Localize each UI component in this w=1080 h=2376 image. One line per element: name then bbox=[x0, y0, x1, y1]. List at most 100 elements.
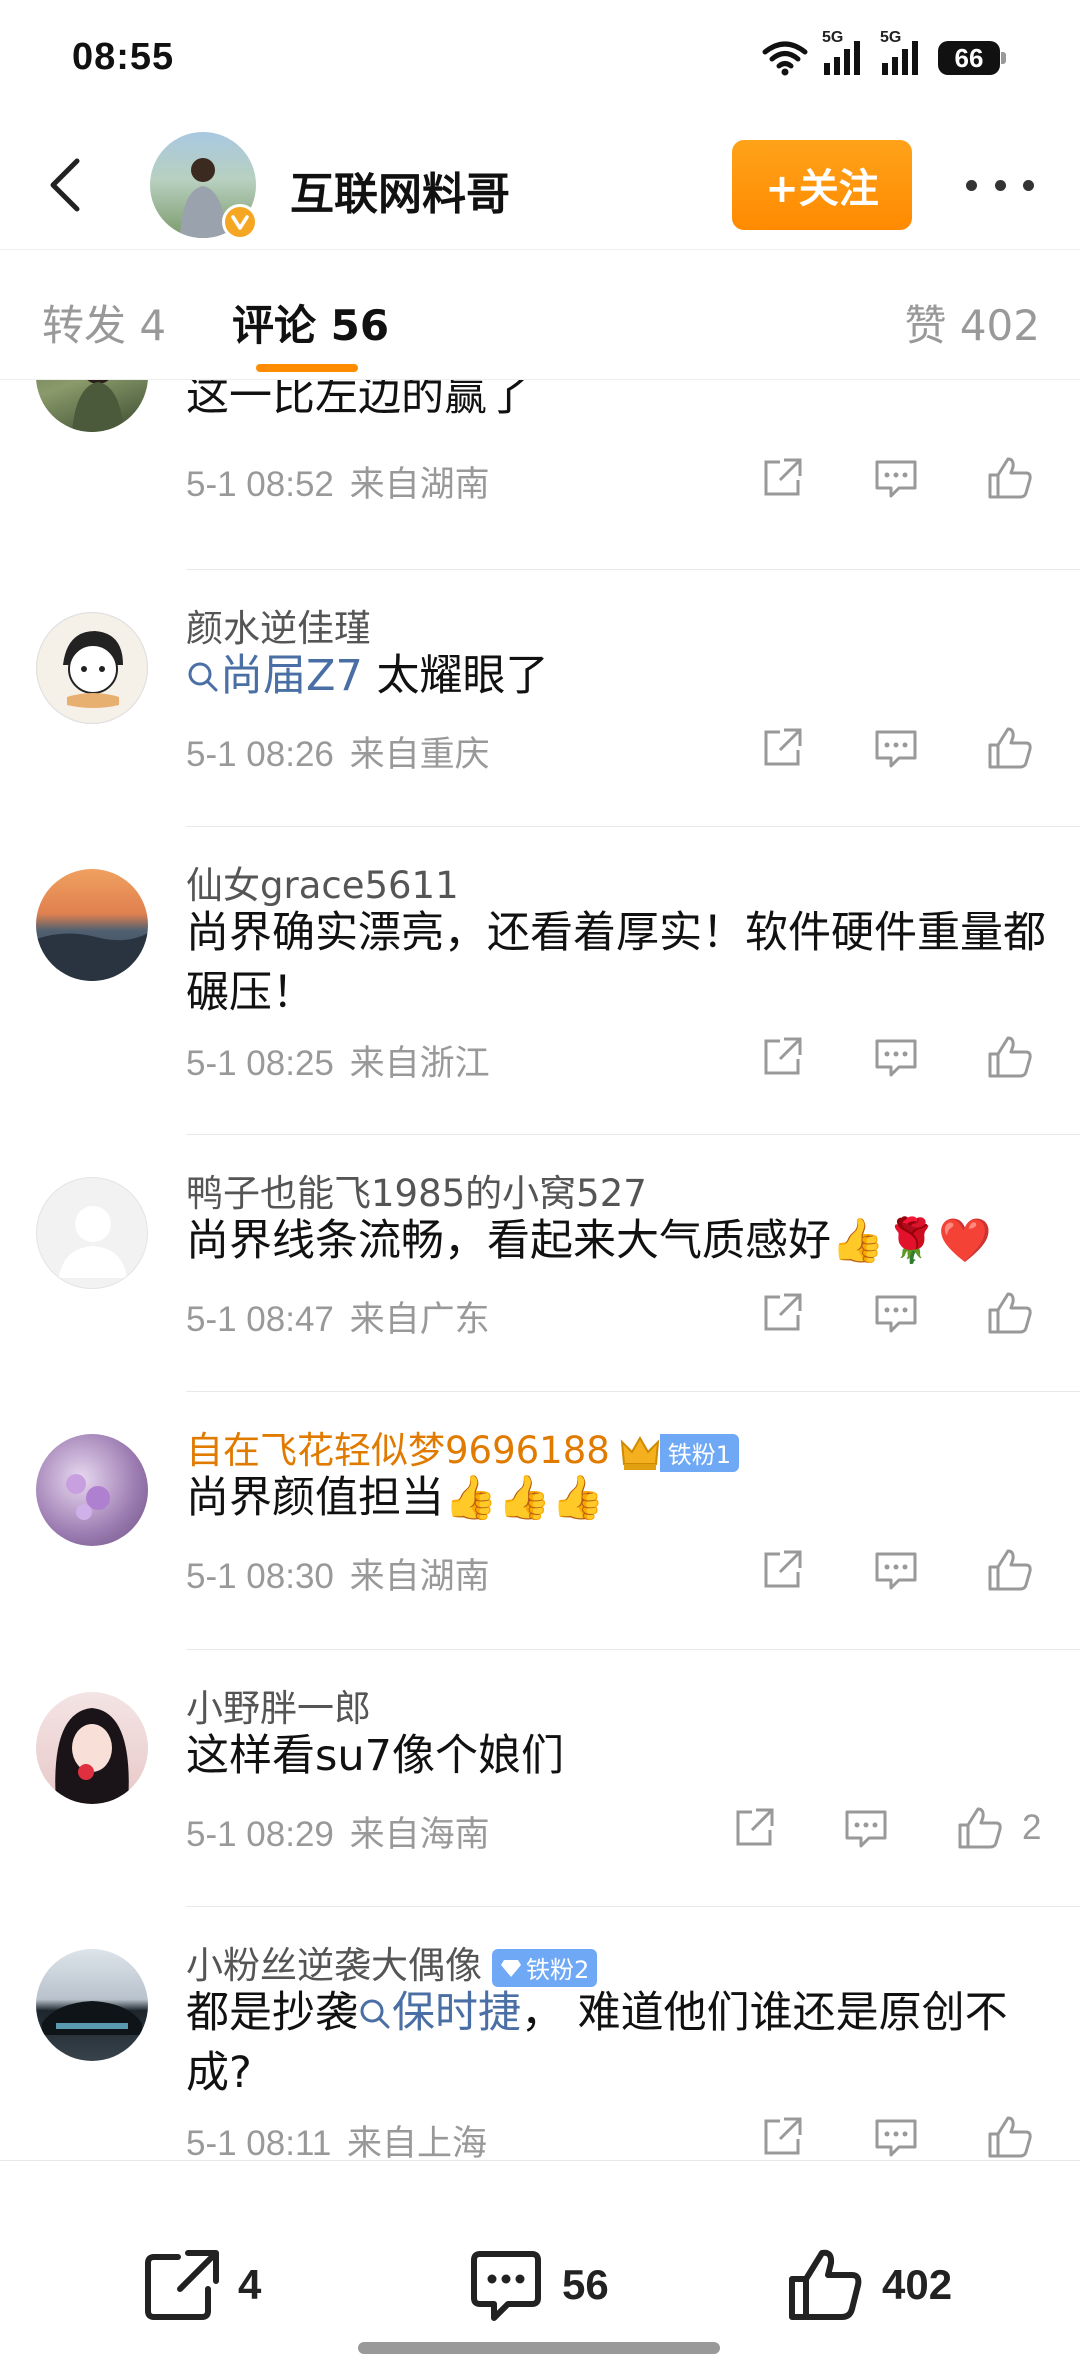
like-icon[interactable] bbox=[980, 2107, 1040, 2160]
tab-like[interactable]: 赞 402 bbox=[904, 292, 1040, 353]
verified-badge-icon bbox=[222, 204, 258, 240]
share-icon[interactable] bbox=[752, 448, 812, 508]
share-icon[interactable] bbox=[752, 1540, 812, 1600]
reply-icon[interactable] bbox=[866, 2107, 926, 2160]
status-icons: 5G 5G 66 bbox=[762, 29, 1006, 76]
comment-text: 尚界确实漂亮，还看着厚实！软件硬件重量都碾压！ bbox=[186, 908, 1046, 1018]
search-icon bbox=[360, 1999, 390, 2029]
comment-text: 这样看su7像个娘们 bbox=[186, 1731, 565, 1781]
share-icon[interactable] bbox=[752, 1027, 812, 1087]
like-icon[interactable] bbox=[980, 448, 1040, 508]
home-indicator[interactable] bbox=[358, 2342, 720, 2354]
comment-item: 小粉丝逆袭大偶像 铁粉2 都是抄袭 保时捷， 难道他们谁还是原创不成? 5-1 08… bbox=[0, 1907, 1080, 2160]
repost-button[interactable]: 4 bbox=[144, 2245, 261, 2325]
profile-header: 互联网料哥 +关注 bbox=[0, 120, 1080, 250]
comment-meta: 5-1 08:30 来自湖南 bbox=[186, 1548, 490, 1599]
chevron-left-icon bbox=[50, 158, 80, 212]
comment-location: 来自重庆 bbox=[349, 735, 490, 775]
comment-time: 5-1 08:47 bbox=[186, 1300, 334, 1339]
commenter-avatar[interactable] bbox=[36, 1434, 148, 1546]
reply-icon[interactable] bbox=[866, 718, 926, 778]
commenter-avatar[interactable] bbox=[36, 869, 148, 981]
reply-icon[interactable] bbox=[866, 448, 926, 508]
network-label-1: 5G bbox=[822, 29, 844, 46]
comment-text-before: 都是抄袭 bbox=[186, 1988, 358, 2038]
share-icon[interactable] bbox=[724, 1798, 784, 1858]
commenter-avatar[interactable] bbox=[36, 380, 148, 432]
crown-icon bbox=[620, 1435, 660, 1470]
commenter-name-text[interactable]: 自在飞花轻似梦9696188 bbox=[186, 1429, 610, 1472]
signal-5g-2: 5G bbox=[880, 29, 924, 75]
comment-location: 来自湖南 bbox=[349, 465, 490, 505]
profile-name[interactable]: 互联网料哥 bbox=[290, 158, 510, 222]
more-options-icon[interactable] bbox=[960, 160, 1040, 210]
comment-location: 来自海南 bbox=[349, 1815, 490, 1855]
topic-label: 保时捷 bbox=[392, 1988, 521, 2038]
comment-text: 尚界线条流畅，看起来大气质感好👍🌹❤️ bbox=[186, 1216, 992, 1266]
comment-time: 5-1 08:30 bbox=[186, 1557, 334, 1596]
diamond-icon bbox=[501, 1959, 521, 1977]
signal-5g-1: 5G bbox=[822, 29, 866, 75]
reply-icon[interactable] bbox=[866, 1283, 926, 1343]
commenter-name: 小粉丝逆袭大偶像 铁粉2 bbox=[186, 1935, 598, 1989]
comment-item: 仙女grace5611 尚界确实漂亮，还看着厚实！软件硬件重量都碾压！ 5-1 … bbox=[0, 827, 1080, 1135]
tab-comment[interactable]: 评论 56 bbox=[232, 292, 389, 353]
commenter-name[interactable]: 颜水逆佳瑾 bbox=[186, 598, 371, 652]
comment-text: 都是抄袭 保时捷， 难道他们谁还是原创不成? bbox=[186, 1983, 1046, 2103]
commenter-avatar[interactable] bbox=[36, 1692, 148, 1804]
comment-time: 5-1 08:29 bbox=[186, 1815, 334, 1854]
comment-text: 尚届Z7 太耀眼了 bbox=[186, 646, 1046, 706]
commenter-avatar[interactable] bbox=[36, 1949, 148, 2061]
topic-link[interactable]: 尚届Z7 bbox=[186, 651, 363, 701]
fan-badge: 铁粉1 bbox=[659, 1433, 740, 1472]
commenter-name-text[interactable]: 小粉丝逆袭大偶像 bbox=[186, 1944, 482, 1987]
like-icon[interactable] bbox=[980, 1027, 1040, 1087]
comment-item: 小野胖一郎 这样看su7像个娘们 5-1 08:29 来自海南 2 bbox=[0, 1650, 1080, 1907]
commenter-name[interactable]: 鸭子也能飞1985的小窝527 bbox=[186, 1163, 647, 1217]
back-button[interactable] bbox=[30, 150, 100, 220]
commenter-name[interactable]: 小野胖一郎 bbox=[186, 1678, 371, 1732]
topic-link[interactable]: 保时捷 bbox=[358, 1988, 521, 2038]
comment-time: 5-1 08:25 bbox=[186, 1044, 334, 1083]
tab-repost[interactable]: 转发 4 bbox=[42, 292, 166, 353]
reply-icon[interactable] bbox=[866, 1540, 926, 1600]
commenter-avatar[interactable] bbox=[36, 1177, 148, 1289]
share-icon[interactable] bbox=[752, 718, 812, 778]
fan-badge-label: 铁粉2 bbox=[526, 1956, 590, 1984]
battery-indicator: 66 bbox=[938, 41, 1006, 75]
comment-list[interactable]: 这一比左边的赢了 5-1 08:52 来自湖南 颜水逆佳瑾 尚届Z7 太耀眼了 … bbox=[0, 380, 1080, 2160]
like-button[interactable]: 402 bbox=[786, 2245, 952, 2325]
comment-meta: 5-1 08:11 来自上海 bbox=[186, 2115, 487, 2160]
fan-badge: 铁粉2 bbox=[492, 1948, 598, 1987]
comment-time: 5-1 08:52 bbox=[186, 465, 334, 504]
share-icon bbox=[145, 2250, 219, 2320]
comment-count: 56 bbox=[562, 2261, 609, 2308]
comment-meta: 5-1 08:25 来自浙江 bbox=[186, 1035, 490, 1086]
active-tab-indicator bbox=[256, 364, 358, 372]
commenter-name[interactable]: 仙女grace5611 bbox=[186, 855, 459, 909]
comment-meta: 5-1 08:26 来自重庆 bbox=[186, 726, 490, 777]
comment-meta: 5-1 08:52 来自湖南 bbox=[186, 456, 490, 507]
comment-item: 颜水逆佳瑾 尚届Z7 太耀眼了 5-1 08:26 来自重庆 bbox=[0, 570, 1080, 827]
like-icon[interactable] bbox=[950, 1798, 1010, 1858]
comment-location: 来自浙江 bbox=[349, 1044, 490, 1084]
reply-icon[interactable] bbox=[866, 1027, 926, 1087]
commenter-avatar[interactable] bbox=[36, 612, 148, 724]
comment-item: 这一比左边的赢了 5-1 08:52 来自湖南 bbox=[0, 380, 1080, 570]
like-icon[interactable] bbox=[980, 1283, 1040, 1343]
comment-meta: 5-1 08:47 来自广东 bbox=[186, 1291, 490, 1342]
reply-icon[interactable] bbox=[836, 1798, 896, 1858]
status-time: 08:55 bbox=[72, 36, 175, 78]
wifi-icon bbox=[762, 41, 808, 76]
status-bar: 08:55 5G 5G 66 bbox=[0, 0, 1080, 120]
like-icon[interactable] bbox=[980, 718, 1040, 778]
thumbs-up-icon bbox=[789, 2249, 862, 2320]
like-icon[interactable] bbox=[980, 1540, 1040, 1600]
comment-location: 来自湖南 bbox=[349, 1557, 490, 1597]
comment-button[interactable]: 56 bbox=[468, 2245, 609, 2325]
follow-button[interactable]: +关注 bbox=[732, 140, 912, 230]
share-icon[interactable] bbox=[752, 1283, 812, 1343]
comment-icon bbox=[471, 2251, 541, 2321]
share-icon[interactable] bbox=[752, 2107, 812, 2160]
comment-location: 来自上海 bbox=[347, 2124, 488, 2160]
